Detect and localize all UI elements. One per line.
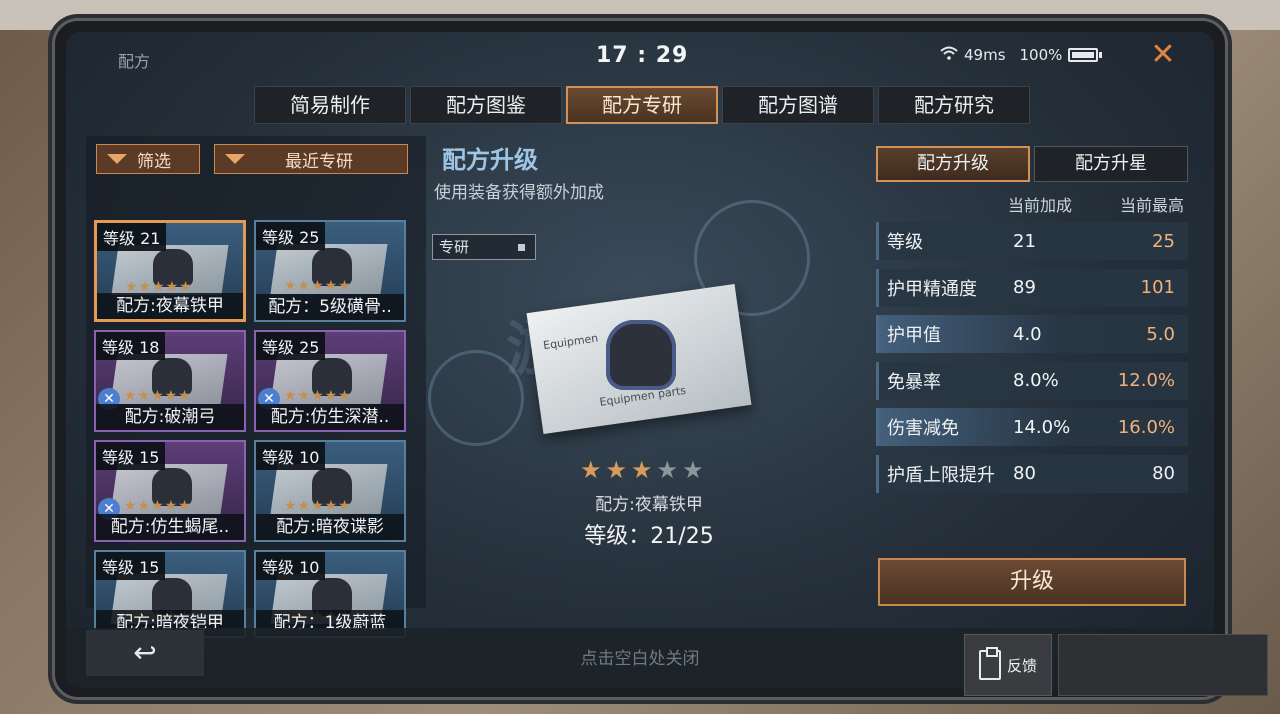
col-current-header: 当前加成 bbox=[1008, 196, 1073, 215]
stat-max: 25 bbox=[1152, 230, 1175, 252]
tab-3[interactable]: 配方图谱 bbox=[722, 86, 874, 124]
item-name: 配方:夜幕铁甲 bbox=[595, 495, 703, 515]
card-level: 等级 25 bbox=[256, 222, 326, 250]
stat-label: 免暴率 bbox=[887, 371, 941, 393]
item-level: 等级：21/25 bbox=[584, 524, 714, 549]
armor-figure-art bbox=[606, 320, 676, 390]
tab-2[interactable]: 配方专研 bbox=[566, 86, 718, 124]
recipe-card[interactable]: ✕ ★★★★★ 等级 15 配方:仿生蝎尾.. bbox=[94, 440, 246, 542]
feedback-panel bbox=[1058, 634, 1268, 696]
stat-max: 16.0% bbox=[1117, 416, 1175, 438]
stat-label: 等级 bbox=[887, 232, 923, 253]
recipe-card[interactable]: ✕ ★★★★★ 等级 25 配方:仿生深潜.. bbox=[254, 330, 406, 432]
tab-0[interactable]: 简易制作 bbox=[254, 86, 406, 124]
research-toggle[interactable]: 专研 bbox=[432, 234, 536, 260]
recipe-card[interactable]: ★★★★★等级 15配方:暗夜铠甲 bbox=[94, 550, 246, 638]
card-level: 等级 15 bbox=[96, 552, 166, 580]
stat-label: 护盾上限提升 bbox=[887, 464, 995, 486]
card-name: 配方:仿生蝎尾.. bbox=[96, 514, 244, 540]
stat-current: 4.0 bbox=[1013, 323, 1042, 345]
tab-4[interactable]: 配方研究 bbox=[878, 86, 1030, 124]
upgrade-button[interactable]: 升级 bbox=[878, 558, 1186, 606]
window-title: 配方 bbox=[118, 52, 151, 71]
stat-current: 89 bbox=[1013, 277, 1036, 298]
stat-max: 12.0% bbox=[1117, 370, 1175, 391]
stat-max: 5.0 bbox=[1146, 323, 1175, 345]
recipe-card[interactable]: ★★★★★ 等级 10 配方:暗夜谍影 bbox=[254, 440, 406, 542]
stat-label: 护甲值 bbox=[887, 325, 941, 346]
stat-label: 伤害减免 bbox=[887, 418, 959, 439]
card-name: 配方:暗夜谍影 bbox=[256, 514, 404, 540]
recent-research-button[interactable]: 最近专研 bbox=[214, 144, 408, 174]
stat-max: 101 bbox=[1140, 277, 1175, 298]
card-stars: ★★★★★ bbox=[124, 498, 192, 514]
recipe-card[interactable]: ★★★★★ 等级 21 配方:夜幕铁甲 bbox=[94, 220, 246, 322]
dropdown-triangle-icon bbox=[107, 154, 127, 164]
research-toggle-label: 专研 bbox=[439, 238, 470, 256]
filter-button[interactable]: 筛选 bbox=[96, 144, 200, 174]
card-stars: ★★★★★ bbox=[284, 388, 352, 404]
item-star-rating: ★★★★★ bbox=[580, 456, 708, 484]
upgrade-subtitle: 使用装备获得额外加成 bbox=[434, 183, 604, 203]
tab-1[interactable]: 配方图鉴 bbox=[410, 86, 562, 124]
card-stars: ★★★★★ bbox=[284, 498, 352, 514]
card-name: 配方:破潮弓 bbox=[96, 404, 244, 430]
sub-tab-0[interactable]: 配方升级 bbox=[876, 146, 1030, 182]
close-button[interactable]: ✕ bbox=[1146, 38, 1180, 72]
close-hint: 点击空白处关闭 bbox=[580, 649, 700, 669]
main-tabs: 简易制作 配方图鉴 配方专研 配方图谱 配方研究 bbox=[254, 86, 1030, 124]
stat-row: 护甲值 4.0 5.0 bbox=[876, 315, 1188, 353]
stat-label: 护甲精通度 bbox=[887, 278, 977, 300]
card-level: 等级 18 bbox=[96, 332, 166, 360]
clipboard-icon bbox=[978, 647, 1001, 680]
stat-current: 8.0% bbox=[1013, 370, 1059, 391]
stat-row: 免暴率 8.0% 12.0% bbox=[876, 361, 1188, 400]
card-level: 等级 15 bbox=[96, 442, 166, 470]
back-button[interactable]: ↩ bbox=[86, 630, 204, 676]
clock: 17 : 29 bbox=[596, 43, 689, 68]
upgrade-title: 配方升级 bbox=[442, 146, 538, 174]
game-screen: 配方 17 : 29 49ms 100% ✕ 简易制作 配方图鉴 配方专研 配方图谱配… bbox=[66, 32, 1214, 688]
card-name: 配方:夜幕铁甲 bbox=[97, 293, 243, 319]
recent-label: 最近专研 bbox=[285, 151, 353, 172]
checkbox-square-icon bbox=[518, 244, 525, 251]
stat-row: 护盾上限提升 80 80 bbox=[876, 454, 1188, 493]
recipe-card[interactable]: ★★★★★ 等级 25 配方：5级磺骨.. bbox=[254, 220, 406, 322]
feedback-button[interactable]: 反馈 bbox=[964, 634, 1052, 696]
card-name: 配方:仿生深潜.. bbox=[256, 404, 404, 430]
card-stars: ★★★★★ bbox=[284, 278, 352, 294]
stat-current: 80 bbox=[1013, 463, 1036, 484]
card-level: 等级 10 bbox=[256, 552, 326, 580]
card-level: 等级 10 bbox=[256, 442, 326, 470]
feedback-label: 反馈 bbox=[1006, 656, 1037, 675]
back-arrow-icon: ↩ bbox=[133, 636, 157, 669]
card-level: 等级 25 bbox=[256, 332, 326, 360]
ping-text: 49ms bbox=[964, 46, 1006, 64]
battery-icon bbox=[1068, 48, 1099, 62]
stat-row: 等级 21 25 bbox=[876, 222, 1188, 260]
stat-current: 14.0% bbox=[1013, 416, 1071, 438]
card-stars: ★★★★★ bbox=[124, 388, 192, 404]
stat-max: 80 bbox=[1152, 463, 1175, 484]
filter-label: 筛选 bbox=[137, 151, 171, 172]
card-name: 配方：5级磺骨.. bbox=[256, 294, 404, 320]
stat-row: 伤害减免 14.0% 16.0% bbox=[876, 408, 1188, 446]
col-max-header: 当前最高 bbox=[1120, 196, 1185, 215]
wifi-icon bbox=[940, 46, 958, 64]
battery-text: 100% bbox=[1019, 46, 1063, 64]
sub-tab-1[interactable]: 配方升星 bbox=[1034, 146, 1188, 182]
recipe-list-panel: 筛选 最近专研 ★★★★★ 等级 21 配方:夜幕铁甲 ★★★★★ 等级 25 配方：5级… bbox=[86, 136, 426, 638]
recipe-card[interactable]: ✕ ★★★★★ 等级 18 配方:破潮弓 bbox=[94, 330, 246, 432]
stat-row: 护甲精通度 89 101 bbox=[876, 268, 1188, 307]
recipe-card[interactable]: ★★★★★等级 10配方：1级蔚蓝 bbox=[254, 550, 406, 638]
card-level: 等级 21 bbox=[97, 223, 167, 251]
stat-current: 21 bbox=[1013, 230, 1036, 252]
right-sub-tabs: 配方升级 配方升星 bbox=[876, 146, 1188, 182]
dropdown-triangle-icon bbox=[225, 154, 245, 164]
status-bar: 49ms 100% bbox=[940, 46, 1103, 64]
